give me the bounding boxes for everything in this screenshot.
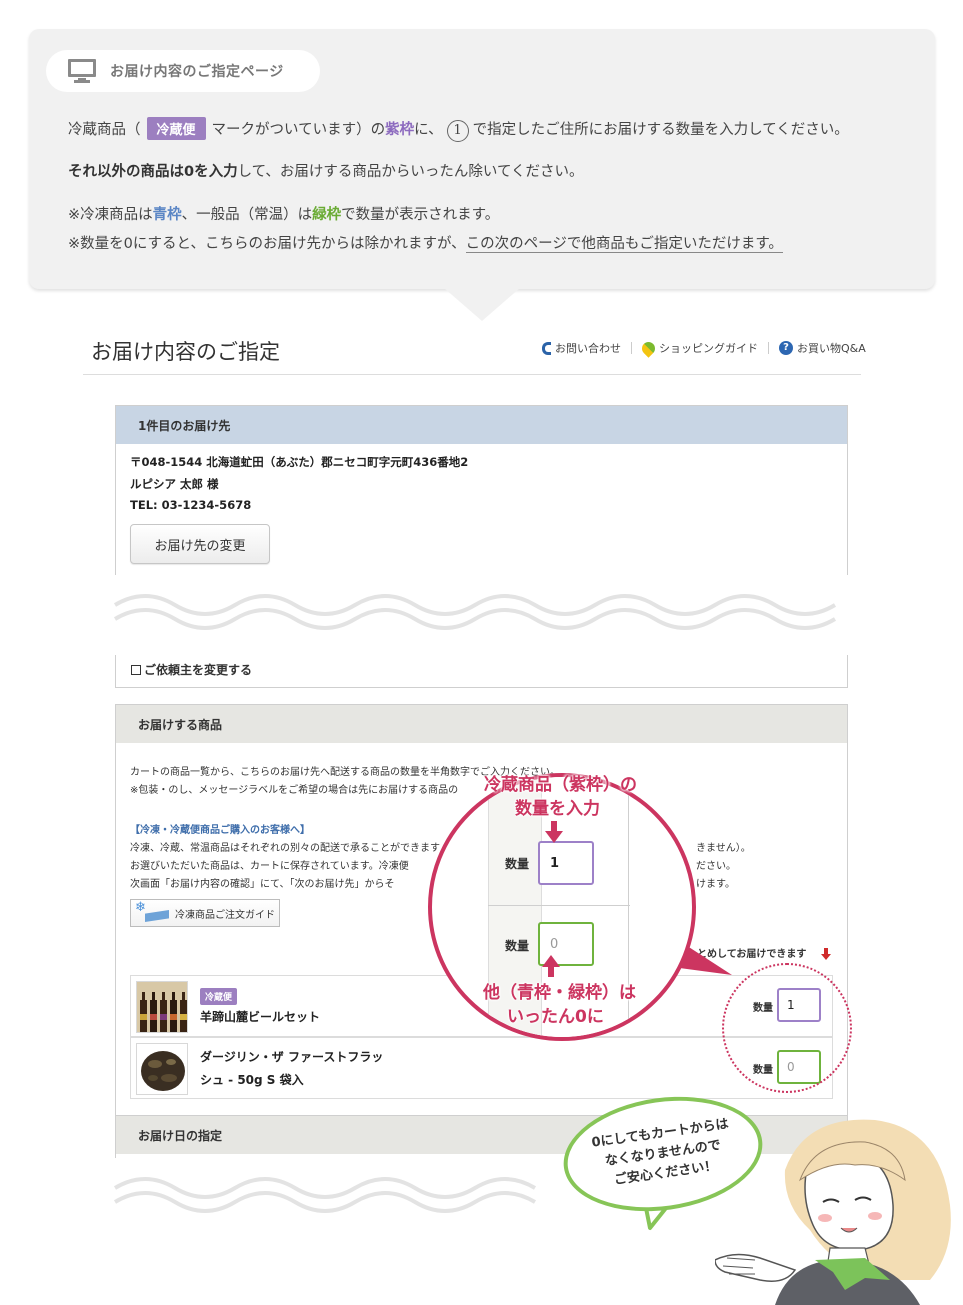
monitor-icon [68, 59, 96, 83]
contact-link[interactable]: お問い合わせ [532, 340, 631, 356]
frozen-notice-1: 冷凍、冷蔵、常温商品はそれぞれの別々の配送で承ることができます [130, 843, 440, 854]
product-name: 羊蹄山麓ビールセット [200, 1010, 321, 1024]
down-arrow-icon [545, 821, 563, 843]
wave-divider [113, 1177, 537, 1213]
instruction-line-4: ※数量を0にすると、こちらのお届け先からは除かれますが、この次のページで他商品も… [68, 236, 783, 253]
zoom-caption-top-1: 冷蔵商品（紫枠）の [484, 775, 637, 795]
recipient-name: ルピシア 太郎 様 [130, 477, 219, 491]
phone-icon [542, 341, 551, 355]
page-tag: お届け内容のご指定ページ [46, 50, 320, 92]
frozen-notice-title: 【冷凍・冷蔵便商品ご購入のお客様へ】 [130, 825, 310, 836]
page-title: お届け内容のご指定 [91, 340, 280, 364]
product-name-line-2: シュ - 50g S 袋入 [200, 1073, 304, 1087]
postal-address: 〒048-1544 北海道虻田（あぶた）郡ニセコ町字元町436番地2 [130, 455, 469, 469]
guide-girl-illustration [715, 1119, 951, 1305]
help-icon: ? [779, 341, 793, 355]
change-address-button[interactable]: お届け先の変更 [130, 524, 270, 564]
instruction-panel-pointer [444, 288, 520, 321]
recipient-tel: TEL: 03-1234-5678 [130, 498, 252, 512]
quantity-highlight-circle [722, 963, 852, 1093]
zoom-quantity-label: 数量 [505, 939, 530, 953]
page-tag-label: お届け内容のご指定ページ [110, 64, 284, 80]
omission-wave [100, 575, 860, 655]
frozen-notice-1-tail: きません）。 [696, 843, 751, 854]
zoom-quantity-label: 数量 [505, 857, 530, 871]
frozen-notice-3-tail: けます。 [696, 879, 735, 890]
frozen-truck-icon: ❄ [135, 900, 169, 922]
change-requester-option[interactable]: ご依頼主を変更する [131, 661, 252, 678]
products-heading: お届けする商品 [116, 705, 847, 743]
zoom-caption-bottom-1: 他（青枠・緑枠）は [483, 983, 636, 1003]
frozen-guide-button[interactable]: ❄ 冷凍商品ご注文ガイド [130, 899, 280, 927]
refrigerated-badge: 冷蔵便 [146, 117, 206, 140]
title-divider [83, 374, 861, 375]
circled-number: 1 [446, 120, 469, 142]
down-arrow-icon [821, 948, 831, 960]
products-desc-2: ※包装・のし、メッセージラベルをご希望の場合は先にお届けする商品の [130, 785, 459, 796]
product-name-line-1: ダージリン・ザ ファーストフラッ [200, 1050, 384, 1064]
omission-wave [100, 1158, 580, 1238]
shopping-guide-link[interactable]: ショッピングガイド [632, 338, 768, 358]
help-links: お問い合わせ ショッピングガイド ? お買い物Q&A [532, 338, 876, 358]
frozen-notice-2-tail: ださい。 [696, 861, 736, 872]
instruction-line-1: 冷蔵商品（ 冷蔵便 マークがついています）の紫枠に、 1 で指定したご住所にお届けする数… [68, 117, 849, 142]
up-arrow-icon [542, 955, 560, 977]
purple-frame-text: 紫枠 [385, 122, 415, 138]
zoom-caption-top-2: 数量を入力 [515, 799, 600, 819]
change-requester-checkbox[interactable] [131, 664, 141, 675]
instruction-line-3: ※冷凍商品は青枠、一般品（常温）は緑枠で数量が表示されます。 [68, 207, 500, 223]
instruction-line-2: それ以外の商品は0を入力して、お届けする商品からいったん除いてください。 [68, 164, 584, 180]
wave-divider [113, 594, 837, 630]
frozen-notice-2: お選びいただいた商品は、カートに保存されています。冷凍便 [130, 861, 409, 872]
zoom-caption-bottom-2: いったん0に [507, 1007, 604, 1027]
delivery-address-heading: 1件目のお届け先 [116, 406, 847, 444]
tea-leaves-thumbnail [136, 1043, 188, 1095]
refrigerated-badge: 冷蔵便 [200, 988, 238, 1005]
zoom-quantity-input-purple: 1 [538, 841, 594, 885]
faq-link[interactable]: ? お買い物Q&A [769, 340, 876, 356]
leaf-icon [639, 338, 658, 358]
frozen-notice-3: 次画面「お届け内容の確認」にて、「次のお届け先」からそ [130, 879, 395, 890]
beer-set-thumbnail [136, 981, 188, 1033]
